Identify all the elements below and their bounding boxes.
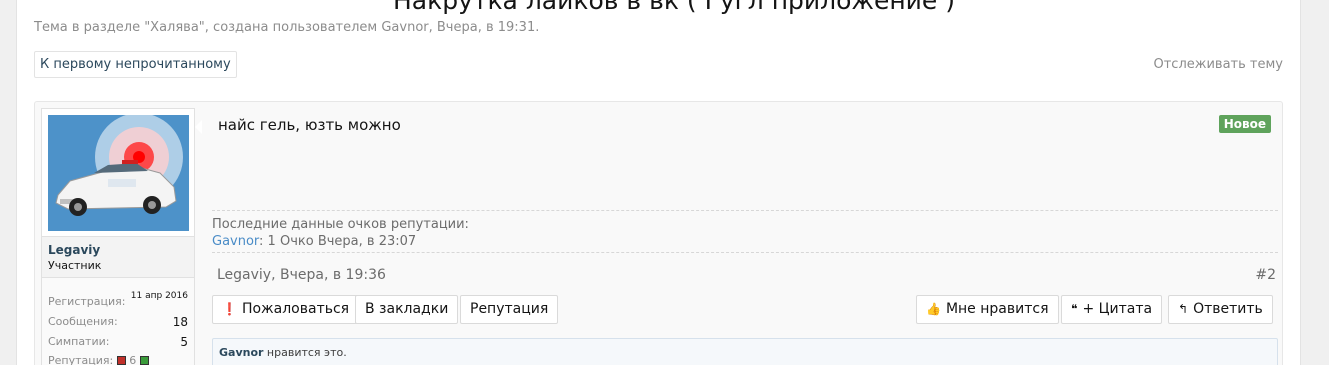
- post-number[interactable]: #2: [1255, 267, 1276, 283]
- username[interactable]: Legaviy: [48, 243, 100, 257]
- stat-reputation-label: Репутация:: [48, 354, 114, 365]
- bookmark-button[interactable]: В закладки: [355, 295, 459, 324]
- quote-icon: ❝: [1071, 302, 1078, 316]
- likes-text: Gavnor нравится это.: [219, 346, 347, 359]
- like-button-label: Мне нравится: [945, 301, 1049, 317]
- user-title: Участник: [48, 259, 102, 272]
- stat-likes-label: Симпатии:: [48, 335, 110, 348]
- post-author-date[interactable]: Legaviy, Вчера, в 19:36: [217, 267, 386, 283]
- reputation-user-link[interactable]: Gavnor: [212, 234, 259, 249]
- like-button[interactable]: 👍 Мне нравится: [916, 295, 1059, 324]
- thread-meta: Тема в разделе "Халява", создана пользов…: [34, 20, 540, 35]
- user-stats: Регистрация: 11 апр 2016 Сообщения: 18 С…: [42, 277, 194, 365]
- first-unread-button[interactable]: К первому непрочитанному: [34, 51, 237, 78]
- message-text: найс гель, юзть можно: [218, 116, 401, 134]
- stat-likes-value: 5: [180, 335, 188, 349]
- post: Legaviy Участник Регистрация: 11 апр 201…: [34, 101, 1283, 365]
- stat-messages: Сообщения: 18: [48, 315, 188, 331]
- watch-thread-link[interactable]: Отслеживать тему: [1154, 57, 1284, 72]
- reputation-entry: Gavnor: 1 Очко Вчера, в 23:07: [212, 234, 416, 249]
- bookmark-button-label: В закладки: [365, 301, 449, 317]
- thread-title: Накрутка лайков в вк ( Гугл приложение ): [393, 0, 956, 15]
- stat-messages-value[interactable]: 18: [173, 315, 188, 329]
- reputation-button[interactable]: Репутация: [460, 295, 559, 324]
- avatar-frame: [42, 109, 194, 237]
- reply-button[interactable]: ↰ Ответить: [1168, 295, 1273, 324]
- report-button-label: Пожаловаться: [241, 301, 350, 317]
- thumbs-up-icon: 👍: [926, 302, 941, 316]
- message-arrow: [195, 120, 202, 134]
- stat-messages-label: Сообщения:: [48, 315, 118, 328]
- report-button[interactable]: ❗ Пожаловаться: [212, 295, 360, 324]
- quote-button[interactable]: ❝ + Цитата: [1061, 295, 1163, 324]
- stat-registration-label: Регистрация:: [48, 295, 126, 308]
- stat-reputation-value: 6: [129, 354, 137, 365]
- stat-registration-value: 11 апр 2016: [130, 291, 188, 301]
- stat-registration: Регистрация: 11 апр 2016: [48, 291, 188, 311]
- user-card: Legaviy Участник Регистрация: 11 апр 201…: [41, 108, 195, 365]
- rep-minus-icon[interactable]: [116, 356, 126, 365]
- stat-likes: Симпатии: 5: [48, 335, 188, 351]
- reply-icon: ↰: [1178, 302, 1189, 316]
- police-car-image: [48, 115, 189, 231]
- quote-button-label: + Цитата: [1082, 301, 1153, 317]
- reputation-button-label: Репутация: [470, 301, 549, 317]
- reputation-title: Последние данные очков репутации:: [212, 217, 469, 232]
- likes-user-link[interactable]: Gavnor: [219, 346, 263, 359]
- reply-button-label: Ответить: [1193, 301, 1263, 317]
- stat-reputation: Репутация: 6: [48, 354, 188, 365]
- likes-suffix: нравится это.: [263, 346, 347, 359]
- rep-plus-icon[interactable]: [139, 356, 149, 365]
- avatar[interactable]: [48, 115, 189, 231]
- reputation-summary: Последние данные очков репутации: Gavnor…: [212, 210, 1278, 253]
- new-badge: Новое: [1218, 115, 1271, 133]
- reputation-detail: : 1 Очко Вчера, в 23:07: [259, 234, 417, 249]
- exclamation-circle-icon: ❗: [222, 302, 237, 316]
- likes-summary: Gavnor нравится это.: [212, 338, 1278, 365]
